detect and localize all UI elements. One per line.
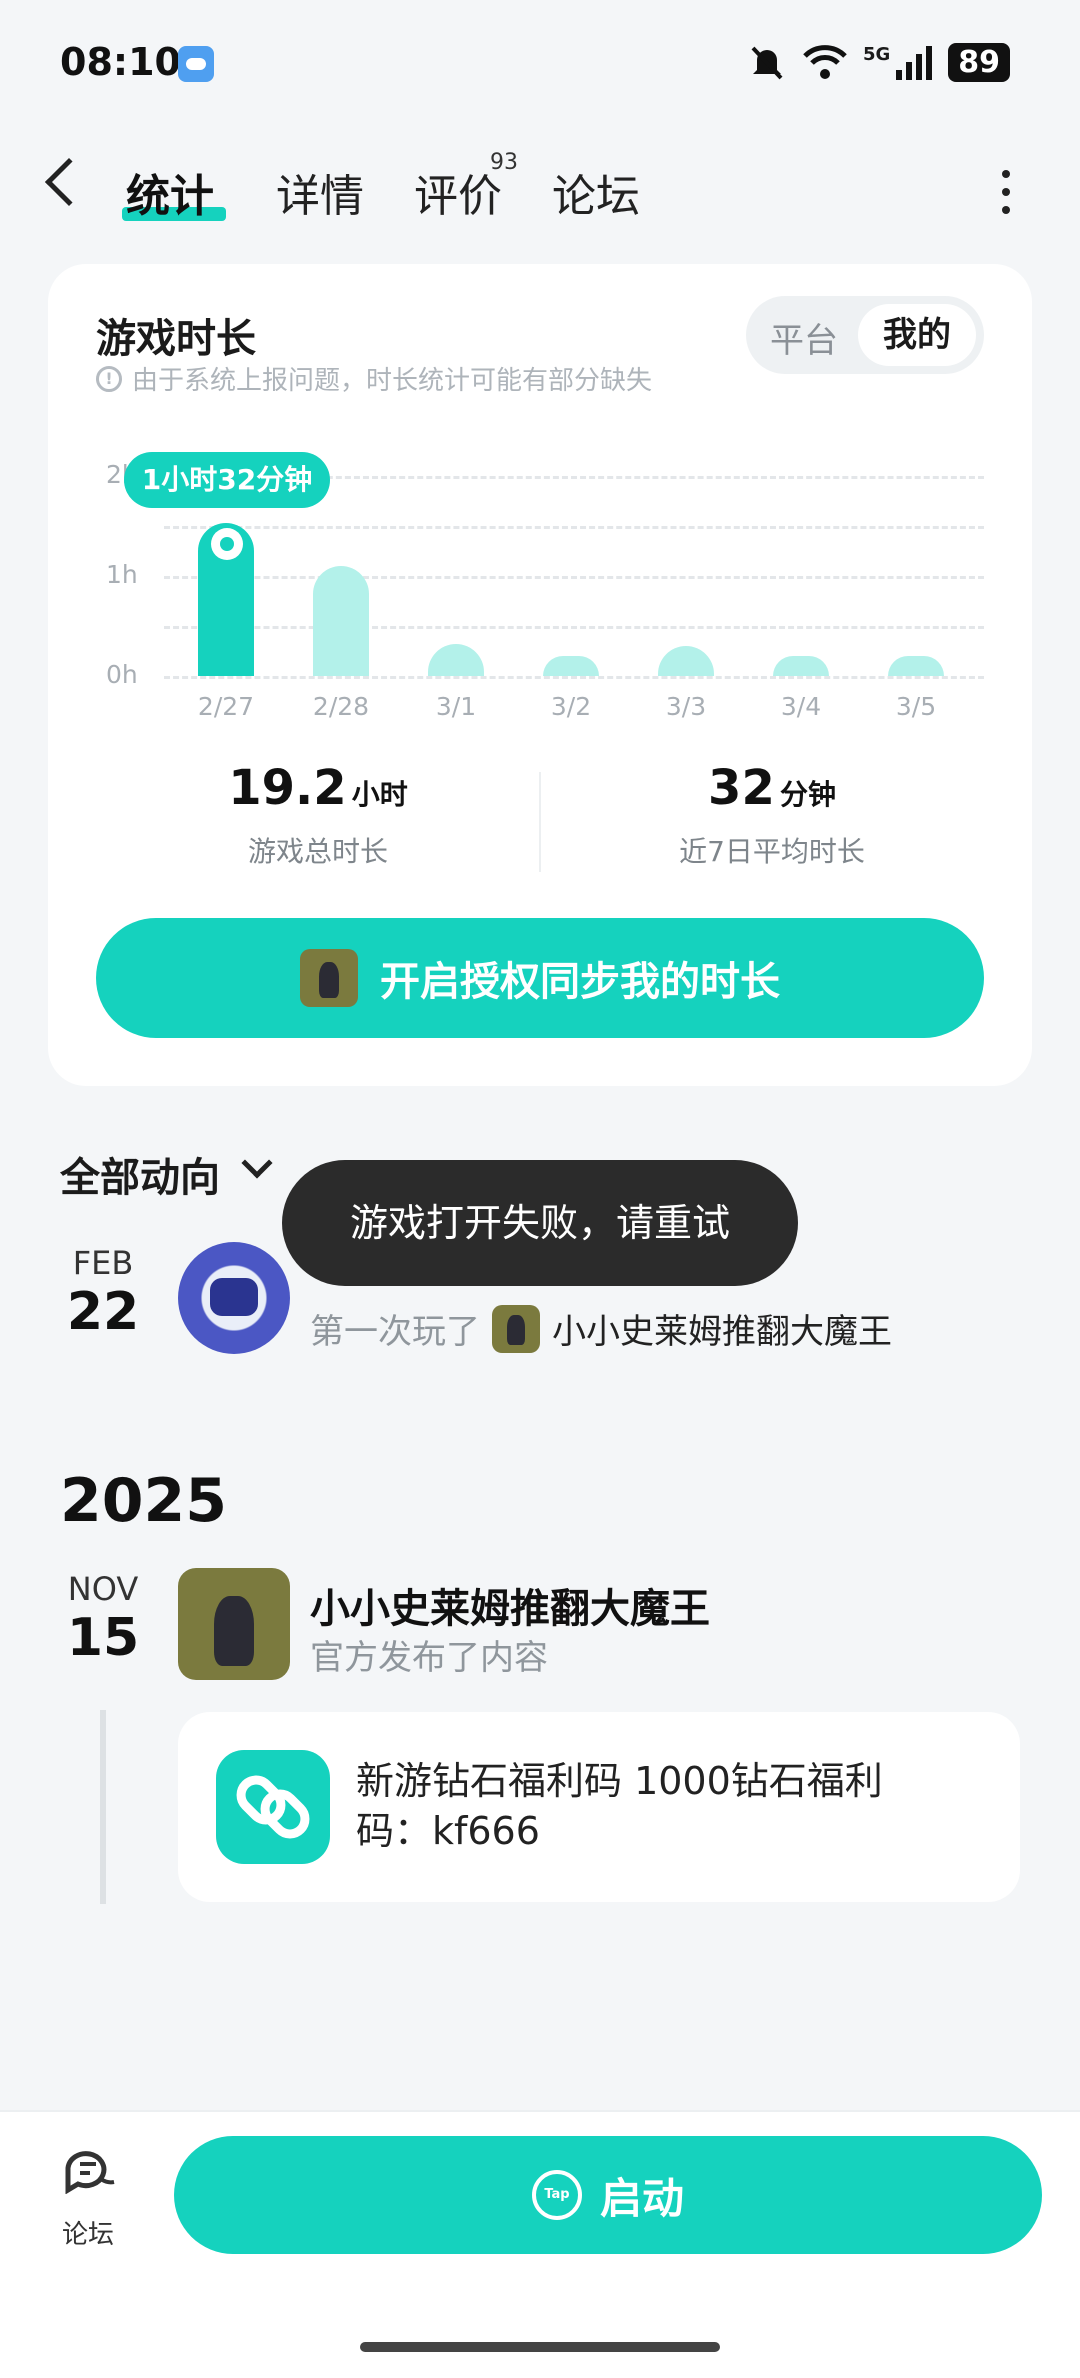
x-tick-label: 2/28 [312, 692, 370, 721]
home-indicator[interactable] [360, 2342, 720, 2352]
post-text: 新游钻石福利码 1000钻石福利码：kf666 [356, 1759, 883, 1853]
selected-bar-marker [211, 528, 243, 560]
stat-average: 32 分钟 [540, 760, 1004, 816]
chart-bar[interactable] [313, 566, 369, 676]
y-tick-label: 0h [106, 660, 138, 689]
taptap-icon: Tap [531, 2170, 582, 2220]
timeline-line [100, 1710, 106, 1904]
stat-total-value: 19.2 [228, 760, 347, 816]
chart-bar[interactable] [428, 644, 484, 676]
x-tick-label: 3/5 [895, 692, 937, 721]
play-time-chart: 0h 1h 2h 2/27 2/28 3/1 3/2 3/3 3/4 3/5 [0, 0, 1080, 760]
chart-bar[interactable] [658, 646, 714, 676]
chart-bar[interactable] [543, 656, 599, 676]
y-tick-label: 1h [106, 560, 138, 589]
entry-day: 22 [66, 1282, 140, 1342]
activity-filter[interactable]: 全部动向 [60, 1145, 220, 1203]
launch-label: 启动 [599, 2173, 684, 2223]
x-tick-label: 3/4 [780, 692, 822, 721]
entry-day: 15 [66, 1608, 140, 1668]
game-thumbnail [300, 949, 358, 1007]
year-heading: 2025 [60, 1466, 227, 1536]
launch-button[interactable]: Tap 启动 [174, 2136, 1042, 2254]
chart-bar[interactable] [888, 656, 944, 676]
official-action: 官方发布了内容 [310, 1638, 548, 1678]
gridline [164, 576, 984, 579]
link-glyph [236, 1775, 310, 1839]
gridline [164, 676, 984, 679]
entry-month: NOV [67, 1570, 139, 1608]
link-icon [216, 1750, 330, 1864]
toast-message: 游戏打开失败，请重试 [282, 1160, 798, 1286]
first-play-game[interactable]: 小小史莱姆推翻大魔王 [552, 1304, 892, 1353]
user-avatar[interactable] [178, 1242, 290, 1354]
x-tick-label: 3/1 [435, 692, 477, 721]
stat-average-value: 32 [708, 760, 775, 816]
gridline [164, 526, 984, 529]
sync-button-label: 开启授权同步我的时长 [380, 959, 780, 1005]
game-thumbnail [492, 1304, 540, 1353]
gridline [164, 626, 984, 629]
game-avatar[interactable] [178, 1568, 290, 1680]
stat-total-label: 游戏总时长 [247, 835, 388, 868]
stat-total-unit: 小时 [351, 778, 408, 811]
first-play-action: 第一次玩了 [310, 1312, 480, 1352]
sync-playtime-button[interactable]: 开启授权同步我的时长 [96, 918, 984, 1038]
chevron-down-icon[interactable] [241, 1147, 273, 1179]
forum-label[interactable]: 论坛 [62, 2214, 114, 2251]
bar-tooltip: 1小时32分钟 [124, 452, 330, 508]
first-play-line: 第一次玩了 小小史莱姆推翻大魔王 [310, 1304, 892, 1353]
stat-total: 19.2 小时 [96, 760, 540, 816]
x-tick-label: 3/3 [665, 692, 707, 721]
entry-month: FEB [72, 1244, 134, 1282]
game-name[interactable]: 小小史莱姆推翻大魔王 [310, 1576, 710, 1634]
stat-average-unit: 分钟 [779, 778, 836, 811]
stat-average-label: 近7日平均时长 [679, 835, 865, 868]
chart-bar[interactable] [773, 656, 829, 676]
forum-icon[interactable] [62, 2146, 118, 2195]
x-tick-label: 2/27 [197, 692, 255, 721]
x-tick-label: 3/2 [550, 692, 592, 721]
